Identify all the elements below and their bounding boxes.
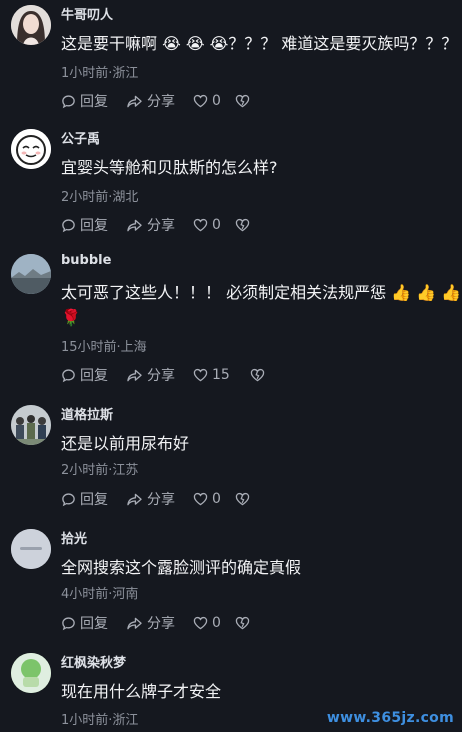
speech-bubble-icon bbox=[62, 94, 75, 108]
like-count: 0 bbox=[212, 615, 221, 631]
reply-label: 回复 bbox=[80, 616, 108, 632]
reply-label: 回复 bbox=[80, 492, 108, 508]
avatar[interactable] bbox=[11, 5, 51, 45]
avatar[interactable] bbox=[11, 254, 51, 294]
dislike-button[interactable] bbox=[235, 616, 254, 630]
comment-text: 宜婴头等舱和贝肽斯的怎么样? bbox=[61, 158, 278, 177]
share-label: 分享 bbox=[147, 368, 175, 384]
share-button[interactable]: 分享 bbox=[126, 613, 175, 633]
dislike-button[interactable] bbox=[235, 94, 254, 108]
heart-icon bbox=[193, 218, 208, 232]
share-label: 分享 bbox=[147, 616, 175, 632]
dislike-button[interactable] bbox=[235, 492, 254, 506]
comment-item: bubble 太可恶了这些人！！！ 必须制定相关法规严惩 👍 👍 👍 🌹 15小… bbox=[0, 249, 462, 399]
comment-actions: 回复 分享 0 bbox=[61, 216, 254, 234]
share-arrow-icon bbox=[127, 617, 142, 629]
like-count: 0 bbox=[212, 93, 221, 109]
comment-meta: 15小时前·上海 bbox=[61, 340, 147, 355]
comment-text: 还是以前用尿布好 bbox=[61, 434, 190, 453]
comment-username[interactable]: 牛哥叨人 bbox=[61, 4, 113, 23]
comment-meta: 1小时前·浙江 bbox=[61, 66, 139, 81]
heart-icon bbox=[193, 492, 208, 506]
comment-text: 这是要干嘛啊 😭 😭 😭？？？ 难道这是要灭族吗？？？ bbox=[61, 34, 458, 53]
comment-username[interactable]: 公子禹 bbox=[61, 128, 100, 147]
comment-item: 拾光 全网搜索这个露脸测评的确定真假 4小时前·河南 回复 分享 0 bbox=[0, 524, 462, 648]
reply-button[interactable]: 回复 bbox=[61, 613, 108, 633]
reply-button[interactable]: 回复 bbox=[61, 91, 108, 111]
comment-text-line: 🌹 bbox=[61, 308, 81, 327]
dislike-button[interactable] bbox=[250, 368, 269, 382]
reply-button[interactable]: 回复 bbox=[61, 365, 108, 385]
comment-actions: 回复 分享 15 bbox=[61, 366, 269, 384]
comment-meta: 1小时前·浙江 bbox=[61, 713, 139, 728]
comment-text: 全网搜索这个露脸测评的确定真假 bbox=[61, 558, 302, 577]
avatar-image bbox=[11, 529, 51, 569]
share-arrow-icon bbox=[127, 95, 142, 107]
like-button[interactable]: 0 bbox=[193, 491, 221, 507]
comment-item: 公子禹 宜婴头等舱和贝肽斯的怎么样? 2小时前·湖北 回复 分享 0 bbox=[0, 124, 462, 248]
like-button[interactable]: 0 bbox=[193, 93, 221, 109]
reply-button[interactable]: 回复 bbox=[61, 215, 108, 235]
comment-username[interactable]: bubble bbox=[61, 253, 111, 268]
share-arrow-icon bbox=[127, 493, 142, 505]
comment-actions: 回复 分享 0 bbox=[61, 92, 254, 110]
broken-heart-icon bbox=[235, 94, 250, 108]
share-button[interactable]: 分享 bbox=[126, 489, 175, 509]
like-button[interactable]: 0 bbox=[193, 615, 221, 631]
share-label: 分享 bbox=[147, 218, 175, 234]
heart-icon bbox=[193, 368, 208, 382]
comment-item: 道格拉斯 还是以前用尿布好 2小时前·江苏 回复 分享 0 bbox=[0, 400, 462, 524]
avatar-image bbox=[11, 254, 51, 294]
reply-label: 回复 bbox=[80, 368, 108, 384]
avatar-image bbox=[11, 129, 51, 169]
share-label: 分享 bbox=[147, 492, 175, 508]
avatar[interactable] bbox=[11, 653, 51, 693]
share-button[interactable]: 分享 bbox=[126, 215, 175, 235]
speech-bubble-icon bbox=[62, 218, 75, 232]
comment-username[interactable]: 红枫染秋梦 bbox=[61, 652, 126, 671]
like-count: 15 bbox=[212, 367, 230, 383]
reply-button[interactable]: 回复 bbox=[61, 489, 108, 509]
comment-text: 现在用什么牌子才安全 bbox=[61, 682, 222, 701]
comment-username[interactable]: 道格拉斯 bbox=[61, 404, 113, 423]
share-button[interactable]: 分享 bbox=[126, 365, 175, 385]
avatar-image bbox=[11, 5, 51, 45]
like-button[interactable]: 15 bbox=[193, 367, 230, 383]
reply-label: 回复 bbox=[80, 94, 108, 110]
comment-item: 牛哥叨人 这是要干嘛啊 😭 😭 😭？？？ 难道这是要灭族吗？？？ 1小时前·浙江… bbox=[0, 0, 462, 124]
comment-username[interactable]: 拾光 bbox=[61, 528, 87, 547]
dislike-button[interactable] bbox=[235, 218, 254, 232]
comment-actions: 回复 分享 0 bbox=[61, 614, 254, 632]
avatar-image bbox=[11, 405, 51, 445]
comment-text: 太可恶了这些人！！！ 必须制定相关法规严惩 👍 👍 👍 🌹 bbox=[61, 280, 461, 330]
comment-meta: 4小时前·河南 bbox=[61, 587, 139, 602]
avatar[interactable] bbox=[11, 129, 51, 169]
avatar[interactable] bbox=[11, 405, 51, 445]
like-count: 0 bbox=[212, 491, 221, 507]
avatar-image bbox=[11, 653, 51, 693]
like-count: 0 bbox=[212, 217, 221, 233]
heart-icon bbox=[193, 94, 208, 108]
heart-icon bbox=[193, 616, 208, 630]
comment-text-line: 太可恶了这些人！！！ 必须制定相关法规严惩 👍 👍 👍 bbox=[61, 283, 461, 302]
share-button[interactable]: 分享 bbox=[126, 91, 175, 111]
like-button[interactable]: 0 bbox=[193, 217, 221, 233]
broken-heart-icon bbox=[250, 368, 265, 382]
reply-label: 回复 bbox=[80, 218, 108, 234]
share-label: 分享 bbox=[147, 94, 175, 110]
broken-heart-icon bbox=[235, 218, 250, 232]
share-arrow-icon bbox=[127, 369, 142, 381]
avatar[interactable] bbox=[11, 529, 51, 569]
speech-bubble-icon bbox=[62, 616, 75, 630]
broken-heart-icon bbox=[235, 492, 250, 506]
speech-bubble-icon bbox=[62, 368, 75, 382]
comment-meta: 2小时前·湖北 bbox=[61, 190, 139, 205]
watermark: www.365jz.com bbox=[326, 710, 454, 726]
speech-bubble-icon bbox=[62, 492, 75, 506]
comment-meta: 2小时前·江苏 bbox=[61, 463, 139, 478]
share-arrow-icon bbox=[127, 219, 142, 231]
comment-actions: 回复 分享 0 bbox=[61, 490, 254, 508]
broken-heart-icon bbox=[235, 616, 250, 630]
